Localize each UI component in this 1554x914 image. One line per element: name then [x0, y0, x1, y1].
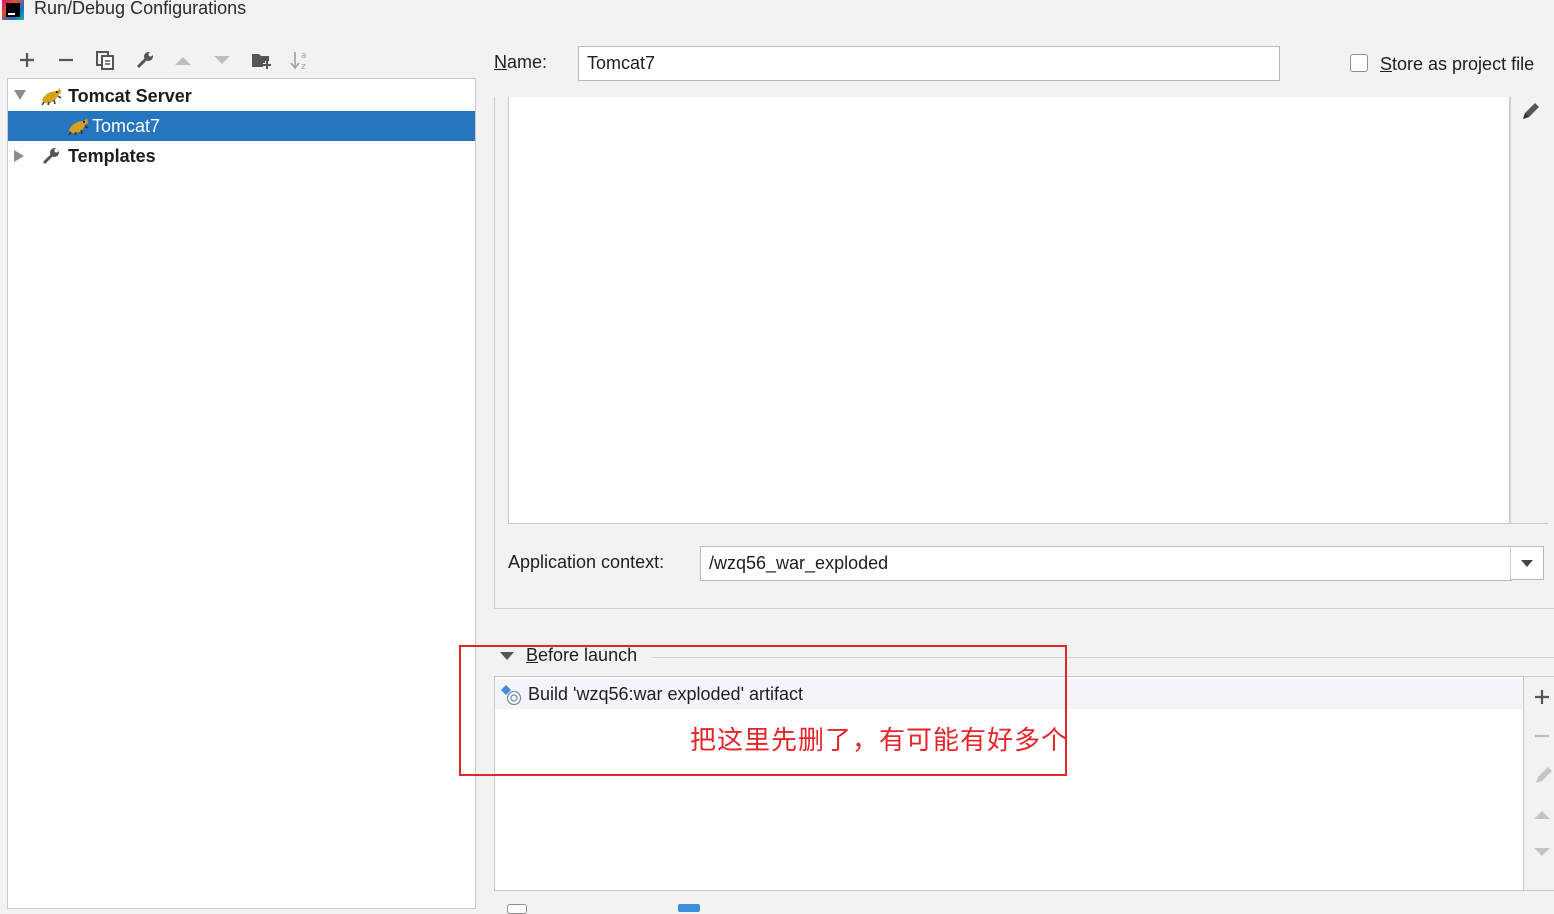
expanded-arrow-icon[interactable] [13, 89, 27, 101]
tree-label-tomcat-server: Tomcat Server [68, 86, 192, 106]
tree-node-tomcat7[interactable]: Tomcat7 [8, 111, 475, 141]
tree-label-tomcat7: Tomcat7 [92, 116, 161, 136]
edit-pencil-icon[interactable] [1519, 99, 1543, 123]
application-context-label: Application context: [508, 552, 665, 572]
wrench-icon [42, 148, 59, 165]
edit-pencil-icon[interactable] [1532, 763, 1554, 785]
store-as-project-file-checkbox[interactable] [1350, 54, 1368, 72]
add-icon[interactable] [15, 48, 39, 72]
bottom-checkbox[interactable] [507, 904, 527, 914]
configuration-tree: Tomcat Server Tomcat7 Templates [7, 78, 476, 909]
remove-icon[interactable] [54, 48, 78, 72]
new-folder-icon[interactable] [250, 48, 274, 72]
add-icon[interactable] [1533, 688, 1551, 706]
annotation-text: 把这里先删了，有可能有好多个 [690, 726, 1069, 756]
sort-alphabetically-icon[interactable]: az [289, 48, 313, 72]
tomcat-icon [41, 88, 62, 106]
tree-node-templates[interactable]: Templates [8, 141, 475, 171]
remove-icon[interactable] [1533, 727, 1551, 745]
tree-node-tomcat-server[interactable]: Tomcat Server [8, 81, 475, 111]
window-title: Run/Debug Configurations [34, 0, 247, 18]
bottom-checked-checkbox[interactable] [678, 904, 700, 912]
tree-label-templates: Templates [68, 146, 156, 166]
deployment-list[interactable] [508, 97, 1510, 524]
application-context-input[interactable]: /wzq56_war_exploded [700, 546, 1512, 581]
store-as-project-file-label: Store as project file [1380, 54, 1535, 74]
move-up-icon[interactable] [171, 48, 195, 72]
move-down-icon[interactable] [1533, 846, 1551, 858]
svg-text:a: a [301, 51, 307, 61]
move-up-icon[interactable] [1533, 808, 1551, 820]
name-input[interactable]: Tomcat7 [578, 46, 1280, 81]
move-down-icon[interactable] [210, 48, 234, 72]
copy-icon[interactable] [93, 48, 117, 72]
wrench-icon[interactable] [133, 48, 157, 72]
deployment-side-toolbar [1510, 97, 1548, 524]
tomcat-icon [68, 118, 89, 136]
collapsed-arrow-icon[interactable] [13, 149, 25, 163]
svg-text:z: z [301, 62, 306, 71]
intellij-logo-icon [2, 0, 24, 20]
chevron-down-icon [1521, 559, 1533, 567]
name-label: Name: [494, 52, 548, 72]
application-context-dropdown[interactable] [1510, 546, 1544, 580]
